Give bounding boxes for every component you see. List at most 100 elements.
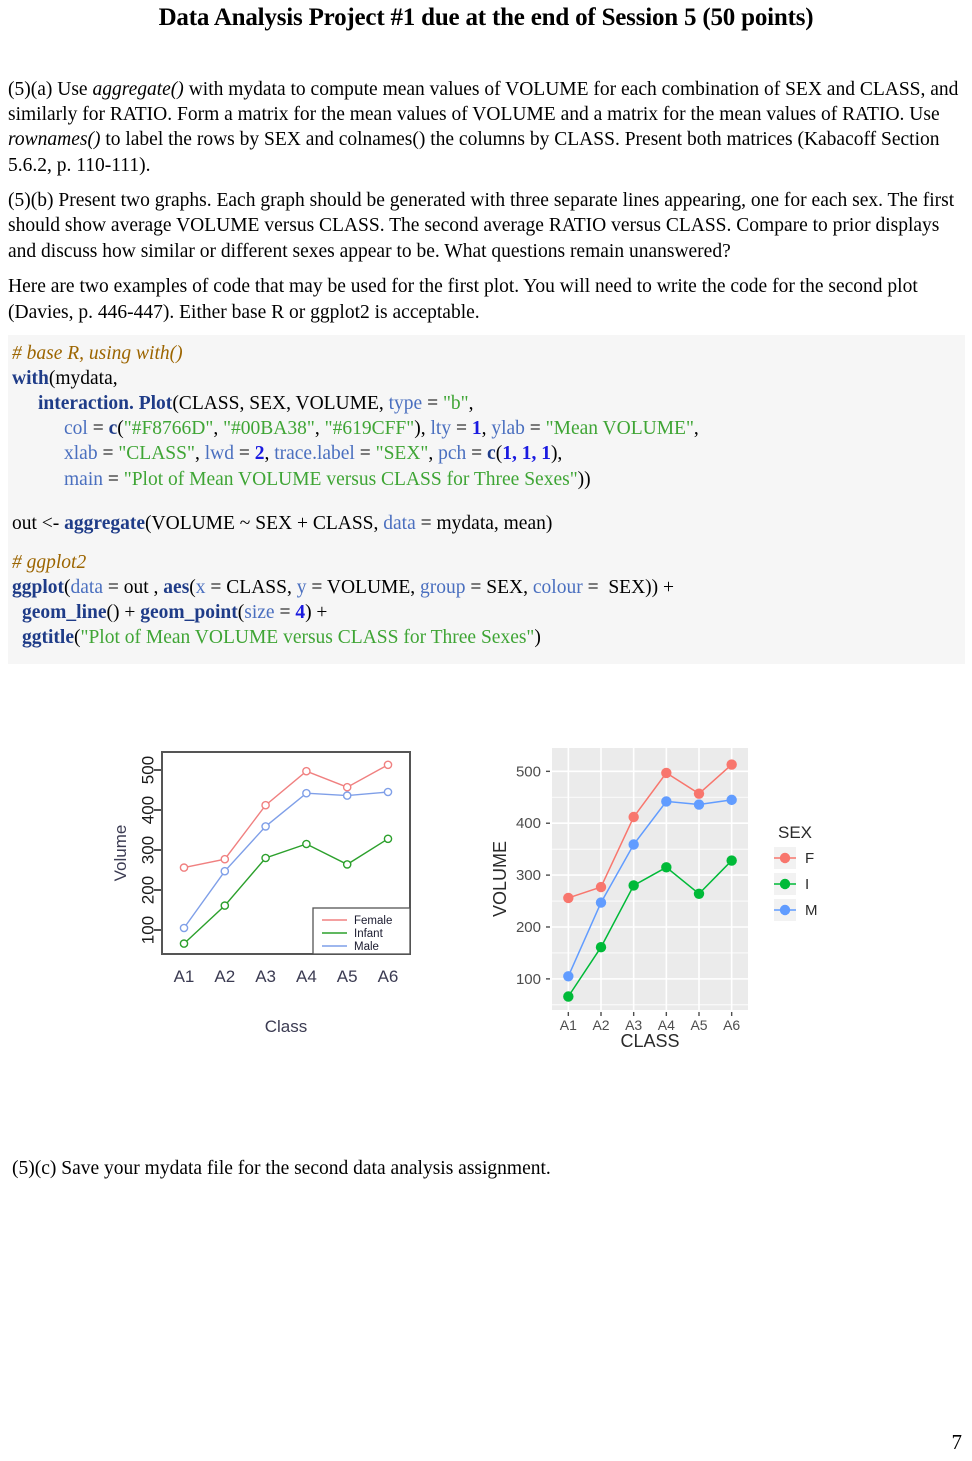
ggplot2-chart-svg: 100200300400500 A1 A2 A3 A4 A5 A6 CLASS VOLUM…	[490, 748, 818, 1051]
code-aes-class: = CLASS,	[205, 576, 297, 598]
code-str-male-color: "#619CFF"	[324, 418, 415, 440]
code-arg-col: col	[64, 418, 88, 440]
code-str-ggtitle: "Plot of Mean VOLUME versus CLASS for Th…	[80, 627, 535, 649]
code-with-args: (mydata,	[48, 367, 118, 389]
ggplot-panel-background	[552, 748, 748, 1011]
code-eq-1: =	[422, 393, 443, 415]
code-line-aggregate: out <- aggregate(VOLUME ~ SEX + CLASS, d…	[12, 511, 961, 536]
paragraph-5b: (5)(b) Present two graphs. Each graph sh…	[8, 190, 955, 262]
code-comment-ggplot2: # ggplot2	[12, 550, 961, 575]
base-y-tick-marks	[154, 769, 162, 932]
p5a-text-1: (5)(a) Use	[8, 78, 93, 100]
code-comment-base-r: # base R, using with()	[12, 341, 961, 366]
ggplot-legend-items: FIM	[774, 847, 818, 922]
code-block: # base R, using with() with(mydata, inte…	[8, 334, 965, 665]
code-arg-group: group	[420, 576, 466, 598]
svg-text:A5: A5	[690, 1017, 707, 1033]
code-line-ggplot: ggplot(data = out , aes(x = CLASS, y = V…	[12, 576, 675, 598]
code-fn-interaction-plot: interaction. Plot	[38, 393, 173, 415]
code-eq-2: =	[87, 418, 109, 440]
page-title: Data Analysis Project #1 due at the end …	[158, 4, 814, 31]
code-aes-sex1: = SEX,	[465, 576, 533, 598]
base-r-chart-svg: 100200300400500 A1 A2 A3 A4 A5 A6 Class Volum…	[111, 751, 411, 1036]
svg-text:Male: Male	[354, 941, 379, 953]
svg-text:Infant: Infant	[354, 928, 384, 940]
code-fn-c-2: c	[487, 443, 496, 465]
svg-text:A2: A2	[214, 967, 235, 986]
code-arg-colour: colour	[532, 576, 583, 598]
svg-text:A1: A1	[174, 967, 195, 986]
code-arg-trace-label: trace.label	[274, 443, 355, 465]
svg-text:500: 500	[516, 764, 541, 781]
code-fn-aggregate: aggregate	[64, 512, 146, 534]
svg-text:F: F	[805, 850, 814, 867]
svg-text:A3: A3	[255, 967, 276, 986]
svg-text:100: 100	[516, 971, 541, 988]
figure-ggplot2-plot: 100 200 300 400 500 A1 A2 A3 A4 A5 A6 CLASS VOLUM…	[478, 730, 878, 1115]
paragraph-5c: (5)(c) Save your mydata file for the sec…	[12, 1158, 551, 1180]
code-comma-1: ,	[468, 393, 474, 415]
ggplot-y-tick-marks	[546, 771, 550, 980]
code-str-trace-label: "SEX"	[375, 443, 429, 465]
code-out-assign: out <-	[12, 512, 65, 534]
code-arg-x: x	[195, 576, 206, 598]
code-line-col: col = c("#F8766D", "#00BA38", "#619CFF")…	[64, 418, 699, 440]
code-arg-xlab: xlab	[64, 443, 98, 465]
code-geom-line-args: () +	[106, 602, 141, 624]
code-str-ylab: "Mean VOLUME"	[545, 418, 694, 440]
code-comment-text-2: # ggplot2	[12, 551, 87, 573]
ggplot-x-tick-marks	[567, 1012, 733, 1017]
svg-text:A5: A5	[337, 967, 358, 986]
code-aes-sex2: = SEX)) +	[582, 576, 675, 598]
code-arg-size: size	[244, 602, 275, 624]
svg-text:Female: Female	[354, 915, 392, 927]
base-x-tick-labels: A1 A2 A3 A4 A5 A6	[174, 967, 399, 986]
ggplot-legend-title: SEX	[778, 823, 812, 842]
svg-text:A6: A6	[723, 1017, 740, 1033]
code-arg-lwd: lwd	[204, 443, 234, 465]
code-num-lwd: 2	[254, 443, 265, 465]
code-fn-ggtitle: ggtitle	[22, 627, 74, 649]
code-fn-geom-point: geom_point	[140, 602, 238, 624]
ggplot-y-axis-title: VOLUME	[490, 841, 510, 917]
code-num-size: 4	[295, 602, 306, 624]
code-str-infant-color: "#00BA38"	[223, 418, 315, 440]
code-arg-lty: lty	[430, 418, 452, 440]
code-aggregate-formula: (VOLUME ~ SEX + CLASS,	[145, 512, 384, 534]
figures-row: 100 200 300 400 500 A1 A2 A3 A4 A5 A6 Class Volum…	[8, 730, 964, 1110]
svg-text:A2: A2	[592, 1017, 609, 1033]
code-fn-ggplot: ggplot	[12, 576, 65, 598]
svg-text:A1: A1	[560, 1017, 577, 1033]
code-str-xlab: "CLASS"	[118, 443, 195, 465]
code-close-parens: ))	[577, 468, 591, 490]
code-line-geoms: geom_line() + geom_point(size = 4) +	[22, 602, 328, 624]
code-line-with: with(mydata,	[12, 366, 961, 391]
code-str-b: "b"	[442, 393, 469, 415]
paragraph-5a: (5)(a) Use aggregate() with mydata to co…	[8, 77, 964, 178]
code-arg-data-1: data	[383, 512, 416, 534]
code-comment-text: # base R, using with()	[12, 342, 183, 364]
svg-text:A4: A4	[296, 967, 317, 986]
figure-base-r-plot: 100 200 300 400 500 A1 A2 A3 A4 A5 A6 Class Volum…	[100, 730, 470, 1115]
svg-text:400: 400	[516, 816, 541, 833]
code-arg-main: main	[64, 468, 103, 490]
p5a-text-3: to label the rows by SEX and colnames() …	[8, 129, 940, 176]
code-blank-line-1	[12, 492, 961, 511]
code-fn-with: with	[12, 367, 49, 389]
paragraph-code-intro: Here are two examples of code that may b…	[8, 276, 918, 323]
code-fn-geom-line: geom_line	[22, 602, 107, 624]
base-x-axis-title: Class	[265, 1017, 308, 1036]
code-arg-pch: pch	[438, 443, 467, 465]
code-ggplot-out: = out ,	[103, 576, 164, 598]
code-nums-pch: 1, 1, 1	[502, 443, 551, 465]
code-line-xlab: xlab = "CLASS", lwd = 2, trace.label = "…	[64, 443, 563, 465]
svg-text:300: 300	[516, 867, 541, 884]
code-line-main: main = "Plot of Mean VOLUME versus CLASS…	[64, 468, 591, 490]
document-page: Data Analysis Project #1 due at the end …	[0, 4, 972, 1461]
page-number: 7	[951, 1430, 963, 1454]
svg-text:A6: A6	[378, 967, 399, 986]
code-line-ggtitle: ggtitle("Plot of Mean VOLUME versus CLAS…	[22, 627, 541, 649]
ggplot-y-tick-labels: 100 200 300 400 500	[516, 764, 541, 989]
code-arg-type: type	[388, 393, 423, 415]
code-aggregate-tail: = mydata, mean)	[415, 512, 553, 534]
